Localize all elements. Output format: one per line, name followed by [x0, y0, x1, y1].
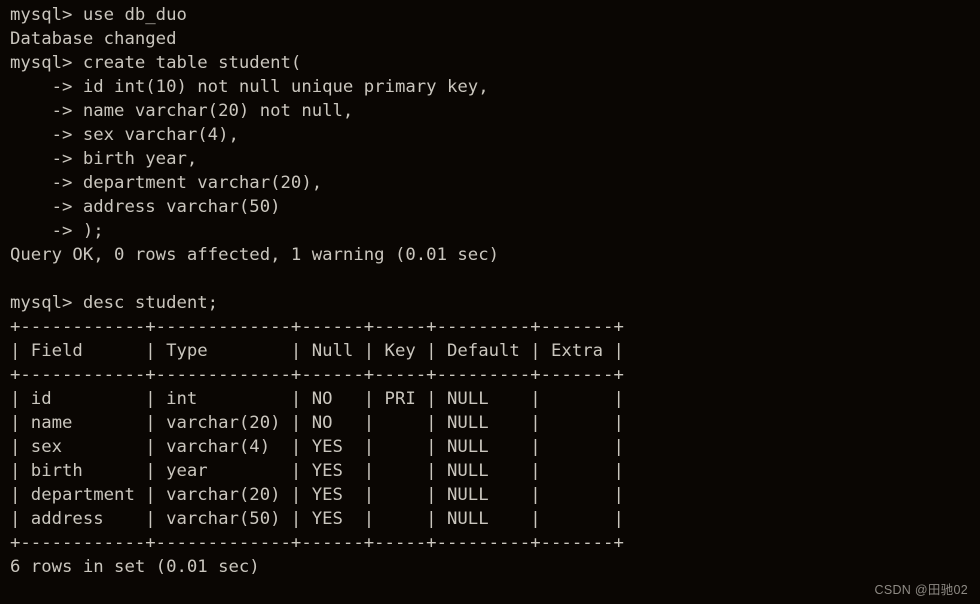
terminal-line: +------------+-------------+------+-----…	[10, 317, 624, 337]
terminal-line: mysql> desc student;	[10, 293, 219, 313]
terminal-line: | department | varchar(20) | YES | | NUL…	[10, 485, 624, 505]
terminal-line: -> address varchar(50)	[10, 197, 281, 217]
terminal-line: mysql> create table student(	[10, 53, 302, 73]
terminal-line: +------------+-------------+------+-----…	[10, 365, 624, 385]
terminal-line: | Field | Type | Null | Key | Default | …	[10, 341, 624, 361]
terminal-line: | address | varchar(50) | YES | | NULL |…	[10, 509, 624, 529]
terminal-line: 6 rows in set (0.01 sec)	[10, 557, 260, 577]
terminal-line: | birth | year | YES | | NULL | |	[10, 461, 624, 481]
terminal-line: Database changed	[10, 29, 177, 49]
terminal-line: -> );	[10, 221, 104, 241]
terminal-line: -> name varchar(20) not null,	[10, 101, 354, 121]
terminal-line: -> sex varchar(4),	[10, 125, 239, 145]
terminal-line: | name | varchar(20) | NO | | NULL | |	[10, 413, 624, 433]
terminal-line: | sex | varchar(4) | YES | | NULL | |	[10, 437, 624, 457]
terminal-line: -> department varchar(20),	[10, 173, 323, 193]
terminal-line: +------------+-------------+------+-----…	[10, 533, 624, 553]
terminal-line: -> id int(10) not null unique primary ke…	[10, 77, 489, 97]
terminal-line: -> birth year,	[10, 149, 198, 169]
terminal-line: Query OK, 0 rows affected, 1 warning (0.…	[10, 245, 499, 265]
terminal-console-output: mysql> use db_duo Database changed mysql> …	[10, 3, 624, 579]
terminal-line: | id | int | NO | PRI | NULL | |	[10, 389, 624, 409]
terminal-line: mysql> use db_duo	[10, 5, 187, 25]
csdn-watermark: CSDN @田驰02	[874, 583, 968, 597]
mysql-terminal-window[interactable]: mysql> use db_duo Database changed mysql> …	[0, 0, 980, 604]
